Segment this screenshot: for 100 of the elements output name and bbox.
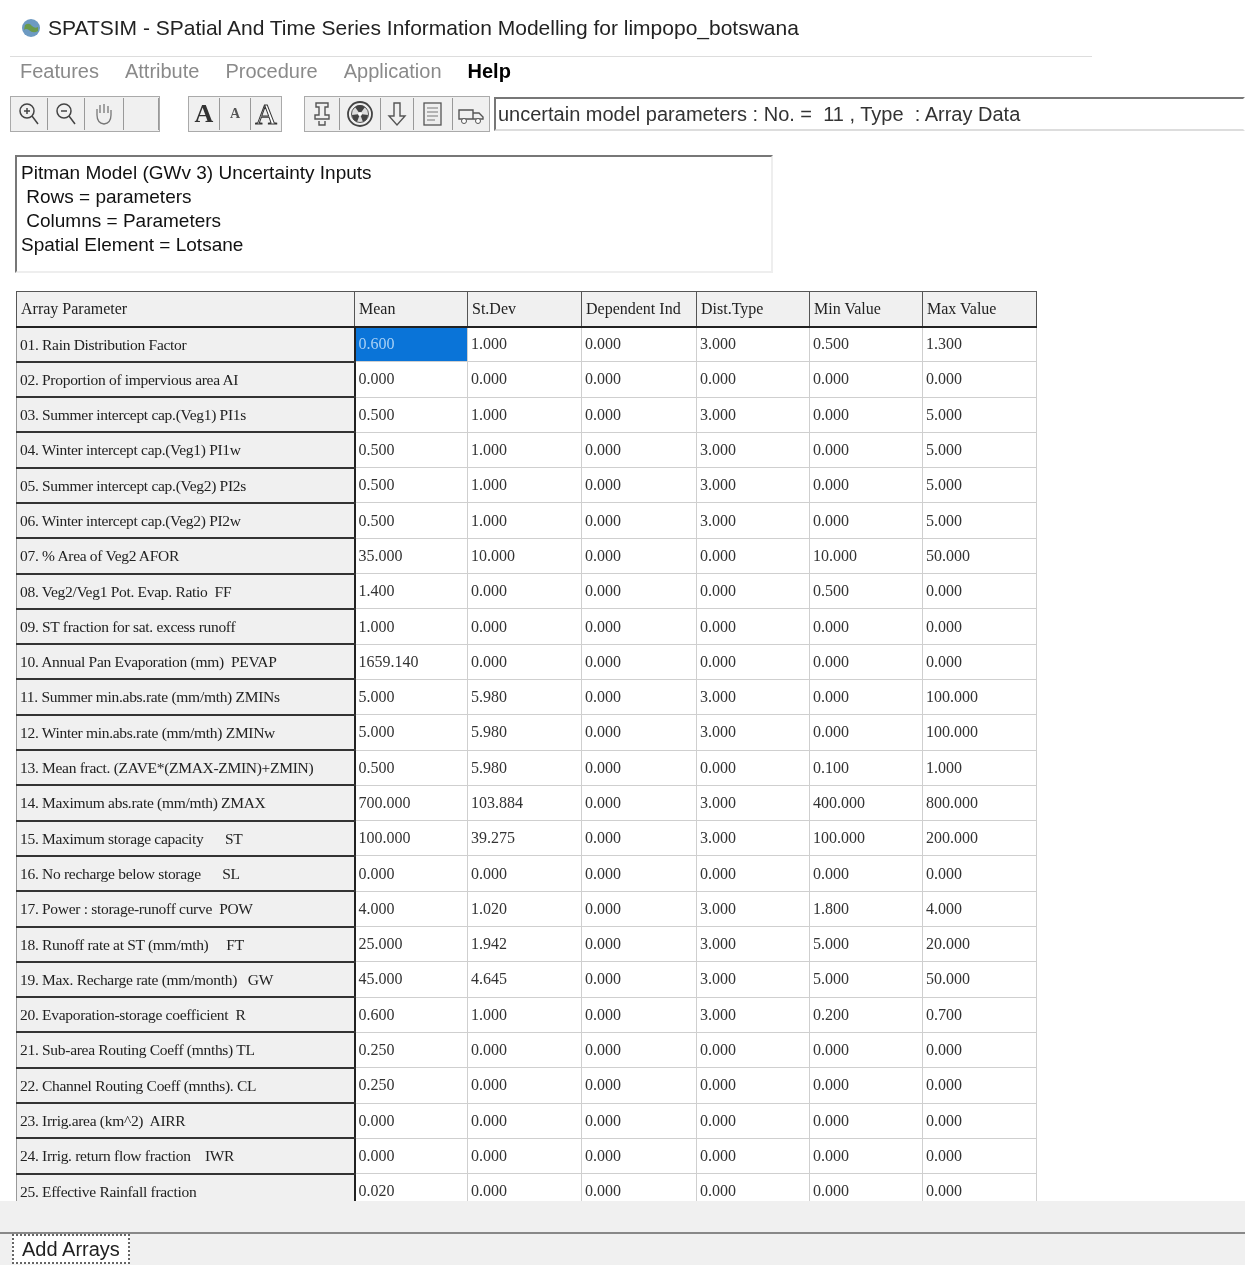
table-cell[interactable]: 0.000 <box>581 1138 697 1174</box>
table-cell[interactable]: 700.000 <box>354 785 468 821</box>
zoom-in-icon[interactable] <box>17 101 41 127</box>
table-cell[interactable]: 0.000 <box>922 855 1037 892</box>
table-cell[interactable]: 45.000 <box>354 961 468 998</box>
table-cell[interactable]: 3.000 <box>696 467 810 503</box>
table-cell[interactable]: 0.000 <box>809 608 923 645</box>
table-cell[interactable]: 0.000 <box>581 679 697 715</box>
table-cell[interactable]: 5.000 <box>922 467 1037 503</box>
column-header[interactable]: Array Parameter <box>16 291 355 327</box>
table-cell[interactable]: 100.000 <box>354 820 468 856</box>
table-cell[interactable]: 5.000 <box>354 679 468 715</box>
table-cell[interactable]: 0.500 <box>354 750 468 786</box>
table-cell[interactable]: 0.000 <box>809 855 923 892</box>
table-cell[interactable]: 0.000 <box>696 1067 810 1104</box>
table-cell[interactable]: 0.000 <box>581 432 697 468</box>
table-cell[interactable]: 3.000 <box>696 961 810 998</box>
table-cell[interactable]: 3.000 <box>696 714 810 751</box>
table-cell[interactable]: 400.000 <box>809 785 923 821</box>
table-cell[interactable]: 103.884 <box>467 785 582 821</box>
table-cell[interactable]: 0.000 <box>581 361 697 398</box>
tab[interactable]: Add Arrays <box>12 1234 130 1264</box>
table-cell[interactable]: 0.000 <box>696 1103 810 1139</box>
table-cell[interactable]: 1.020 <box>467 891 582 927</box>
table-cell[interactable]: 5.980 <box>467 750 582 786</box>
table-cell[interactable]: 0.500 <box>809 326 923 362</box>
table-cell[interactable]: 0.700 <box>922 997 1037 1033</box>
menu-item[interactable]: Help <box>467 56 511 86</box>
font-size-button[interactable]: A <box>189 97 219 131</box>
table-cell[interactable]: 0.000 <box>581 608 697 645</box>
table-cell[interactable]: 0.000 <box>354 855 468 892</box>
table-cell[interactable]: 0.000 <box>809 1138 923 1174</box>
table-cell[interactable]: 0.600 <box>354 997 468 1033</box>
table-cell[interactable]: 0.000 <box>809 1103 923 1139</box>
column-header[interactable]: Dependent Ind <box>581 291 697 327</box>
table-cell[interactable]: 3.000 <box>696 503 810 539</box>
table-cell[interactable]: 0.000 <box>696 644 810 680</box>
table-cell[interactable]: 0.500 <box>354 432 468 468</box>
column-header[interactable]: Dist.Type <box>696 291 810 327</box>
table-cell[interactable]: 3.000 <box>696 997 810 1033</box>
table-cell[interactable]: 0.000 <box>696 750 810 786</box>
table-cell[interactable]: 0.000 <box>354 361 468 398</box>
table-cell[interactable]: 5.000 <box>922 503 1037 539</box>
table-cell[interactable]: 0.250 <box>354 1067 468 1104</box>
table-cell[interactable]: 3.000 <box>696 432 810 468</box>
column-header[interactable]: St.Dev <box>467 291 582 327</box>
font-size-button[interactable]: A <box>220 97 250 131</box>
table-cell[interactable]: 0.000 <box>809 714 923 751</box>
table-cell[interactable]: 0.000 <box>696 1032 810 1068</box>
table-cell[interactable]: 0.000 <box>467 1103 582 1139</box>
table-cell[interactable]: 0.500 <box>354 397 468 433</box>
table-cell[interactable]: 0.000 <box>581 503 697 539</box>
table-cell[interactable]: 0.000 <box>581 573 697 609</box>
table-cell[interactable]: 0.000 <box>467 608 582 645</box>
table-cell[interactable]: 10.000 <box>809 538 923 574</box>
table-cell[interactable]: 0.200 <box>809 997 923 1033</box>
table-cell[interactable]: 0.000 <box>467 1173 582 1201</box>
table-cell[interactable]: 0.000 <box>467 855 582 892</box>
table-cell[interactable]: 0.000 <box>581 1067 697 1104</box>
table-cell[interactable]: 0.000 <box>922 644 1037 680</box>
table-cell[interactable]: 0.000 <box>696 1173 810 1201</box>
column-header[interactable]: Mean <box>354 291 468 327</box>
table-cell[interactable]: 1.800 <box>809 891 923 927</box>
table-cell[interactable]: 0.000 <box>809 432 923 468</box>
table-cell[interactable]: 0.000 <box>581 961 697 998</box>
table-cell[interactable]: 0.000 <box>696 855 810 892</box>
table-cell[interactable]: 1.942 <box>467 926 582 962</box>
table-cell[interactable]: 3.000 <box>696 679 810 715</box>
table-cell[interactable]: 0.000 <box>809 467 923 503</box>
table-cell[interactable]: 0.500 <box>354 503 468 539</box>
table-cell[interactable]: 0.000 <box>922 573 1037 609</box>
zoom-out-icon[interactable] <box>54 101 78 127</box>
table-cell[interactable]: 0.000 <box>467 361 582 398</box>
table-cell[interactable]: 0.000 <box>922 1067 1037 1104</box>
table-cell[interactable]: 5.000 <box>922 397 1037 433</box>
table-cell[interactable]: 0.000 <box>922 1032 1037 1068</box>
table-cell[interactable]: 0.000 <box>696 608 810 645</box>
table-cell[interactable]: 3.000 <box>696 891 810 927</box>
table-cell[interactable]: 3.000 <box>696 785 810 821</box>
table-cell[interactable]: 1.000 <box>467 432 582 468</box>
table-cell[interactable]: 1.000 <box>354 608 468 645</box>
table-cell[interactable]: 39.275 <box>467 820 582 856</box>
table-cell[interactable]: 0.000 <box>581 891 697 927</box>
table-cell[interactable]: 1.000 <box>467 467 582 503</box>
table-cell[interactable]: 0.000 <box>581 1032 697 1068</box>
table-cell[interactable]: 0.000 <box>809 397 923 433</box>
table-cell[interactable]: 0.000 <box>581 538 697 574</box>
table-cell[interactable]: 0.000 <box>581 1173 697 1201</box>
table-cell[interactable]: 0.000 <box>922 1103 1037 1139</box>
table-cell[interactable]: 100.000 <box>809 820 923 856</box>
table-cell[interactable]: 4.645 <box>467 961 582 998</box>
table-cell[interactable]: 4.000 <box>922 891 1037 927</box>
table-cell[interactable]: 50.000 <box>922 961 1037 998</box>
table-cell[interactable]: 0.000 <box>696 1138 810 1174</box>
table-cell[interactable]: 4.000 <box>354 891 468 927</box>
table-cell[interactable]: 0.000 <box>581 997 697 1033</box>
table-cell[interactable]: 1.000 <box>922 750 1037 786</box>
table-cell[interactable]: 0.000 <box>581 467 697 503</box>
table-cell[interactable]: 0.500 <box>809 573 923 609</box>
table-cell[interactable]: 10.000 <box>467 538 582 574</box>
